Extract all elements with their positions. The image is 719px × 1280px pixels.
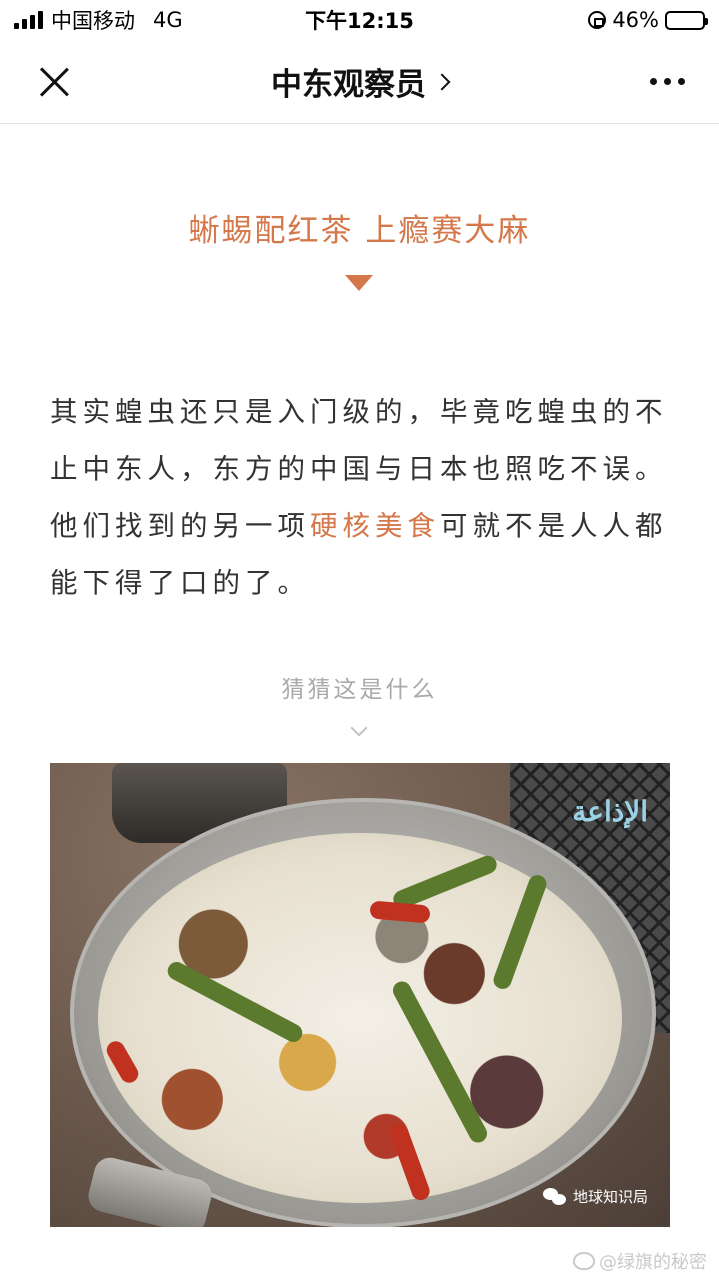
more-icon[interactable]	[650, 78, 685, 85]
triangle-down-icon	[345, 275, 373, 291]
article-paragraph: 其实蝗虫还只是入门级的，毕竟吃蝗虫的不止中东人，东方的中国与日本也照吃不误。他们…	[50, 384, 670, 612]
nav-bar: 中东观察员	[0, 40, 719, 124]
status-left: 中国移动 4G	[14, 5, 183, 35]
image-caption: 猜猜这是什么	[281, 677, 438, 703]
status-right: 46%	[588, 8, 708, 32]
account-title: 中东观察员	[271, 67, 426, 103]
food-photo[interactable]: الإذاعة 地球知识局	[50, 763, 670, 1227]
photo-credit-text: 地球知识局	[572, 1188, 648, 1206]
network-label: 4G	[153, 8, 183, 32]
carrier-label: 中国移动	[51, 9, 135, 33]
section-heading: 蜥蜴配红茶 上瘾赛大麻	[188, 213, 531, 249]
chevron-right-icon	[433, 73, 451, 90]
battery-icon	[665, 10, 708, 30]
weibo-watermark: @绿旗的秘密	[573, 1248, 707, 1274]
close-icon[interactable]	[38, 66, 70, 98]
paragraph-highlight: 硬核美食	[310, 510, 440, 542]
photo-credit: 地球知识局	[542, 1186, 648, 1207]
signal-icon	[14, 11, 43, 29]
tv-logo: الإذاعة	[572, 795, 648, 828]
rotation-lock-icon	[588, 11, 607, 29]
account-title-button[interactable]: 中东观察员	[271, 59, 451, 104]
chevron-down-icon	[350, 719, 368, 737]
battery-percent: 46%	[612, 8, 659, 32]
wechat-icon	[542, 1187, 567, 1206]
watermark-text: @绿旗的秘密	[599, 1252, 707, 1273]
status-bar: 中国移动 4G 下午12:15 46%	[0, 0, 719, 40]
weibo-icon	[573, 1252, 595, 1270]
